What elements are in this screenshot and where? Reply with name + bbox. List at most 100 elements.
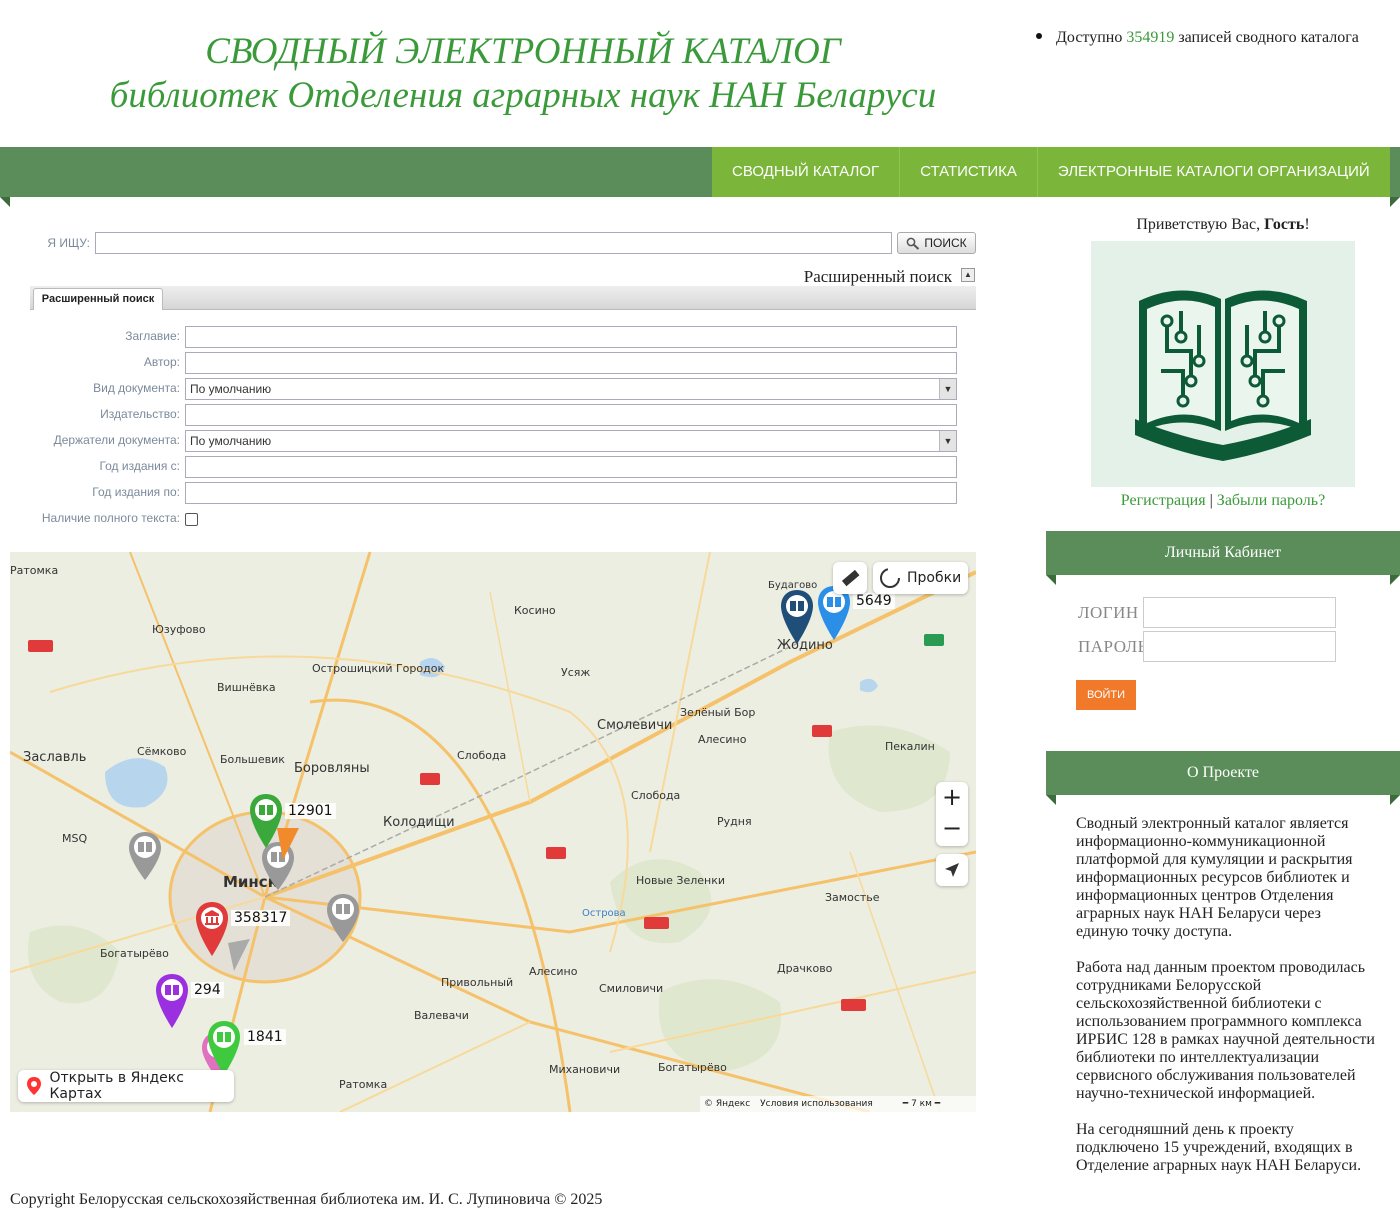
marker-count: 294 [191, 982, 224, 998]
collapse-toggle-icon[interactable]: ▲ [961, 268, 975, 282]
bullet-icon [1036, 33, 1042, 40]
map-label: Валевачи [414, 1009, 469, 1022]
chevron-down-icon: ▼ [939, 431, 956, 451]
location-arrow-icon [945, 863, 959, 877]
main-menu: СВОДНЫЙ КАТАЛОГ СТАТИСТИКА ЭЛЕКТРОННЫЕ К… [712, 147, 1390, 197]
map-label: Замостье [825, 891, 880, 904]
map-label: Михановичи [549, 1063, 621, 1076]
map-pin-icon [27, 1077, 41, 1095]
year-from-field[interactable] [185, 456, 957, 478]
map-label: MSQ [62, 832, 88, 845]
search-input[interactable] [95, 232, 892, 254]
map-label: Ратомка [339, 1078, 388, 1091]
nav-item-catalog[interactable]: СВОДНЫЙ КАТАЛОГ [712, 147, 899, 197]
library-marker-green[interactable] [248, 792, 284, 850]
field-label-publisher: Издательство: [100, 407, 180, 421]
map-label: Пекалин [885, 740, 935, 753]
library-marker-navy[interactable] [779, 588, 815, 646]
map-label: Слобода [631, 789, 681, 802]
nav-item-statistics[interactable]: СТАТИСТИКА [899, 147, 1037, 197]
libraries-map[interactable]: Ратомка Косино Будагово Юзуфово Острошиц… [10, 552, 976, 1112]
library-marker-lightgreen[interactable] [206, 1019, 242, 1077]
auth-links: Регистрация | Забыли пароль? [1120, 492, 1326, 509]
password-field[interactable] [1143, 631, 1336, 662]
map-label: Слобода [457, 749, 507, 762]
map-label: Смолевичи [597, 718, 673, 733]
about-paragraph-1: Сводный электронный каталог является инф… [1076, 815, 1353, 940]
magnifier-icon [907, 237, 920, 250]
login-label: ЛОГИН [1078, 603, 1139, 622]
cabinet-corner-left [1046, 575, 1056, 585]
map-label: Рудня [717, 815, 752, 828]
cabinet-header: Личный Кабинет [1046, 531, 1400, 575]
terms-link[interactable]: Условия использования [760, 1099, 873, 1109]
map-label: Привольный [441, 976, 514, 989]
fulltext-checkbox[interactable] [185, 513, 198, 526]
navbar-corner-right [1390, 197, 1400, 207]
field-label-year-from: Год издания с: [99, 459, 180, 473]
marker-count: 5649 [853, 593, 895, 609]
about-corner-right [1390, 795, 1400, 805]
advanced-tabbar [30, 286, 976, 310]
library-marker-grey[interactable] [325, 892, 361, 944]
map-label: Острова [582, 908, 626, 919]
about-paragraph-3: На сегодняшний день к проекту подключено… [1076, 1121, 1362, 1174]
records-count: 354919 [1126, 29, 1175, 46]
marker-count: 358317 [231, 910, 291, 926]
ruler-button[interactable] [833, 562, 867, 594]
holders-select[interactable]: По умолчанию ▼ [185, 430, 957, 452]
library-marker-grey[interactable] [127, 830, 163, 882]
ruler-icon [841, 569, 860, 587]
footer-copyright: Copyright Белорусская сельскохозяйственн… [10, 1191, 603, 1208]
tab-advanced-search[interactable]: Расширенный поиск [33, 288, 163, 310]
library-marker-purple[interactable] [154, 972, 190, 1030]
zoom-controls: + − [936, 782, 968, 846]
field-label-fulltext: Наличие полного текста: [41, 511, 180, 525]
year-to-field[interactable] [185, 482, 957, 504]
geolocation-button[interactable] [936, 854, 968, 886]
scale-bar: ━ 7 км ━ [902, 1099, 941, 1109]
field-label-year-to: Год издания по: [92, 485, 180, 499]
map-label: Драчково [777, 962, 833, 975]
login-field[interactable] [1143, 597, 1336, 628]
zoom-out-icon[interactable]: − [936, 814, 968, 846]
search-label: Я ИЩУ: [47, 236, 90, 250]
marker-count: 12901 [285, 803, 336, 819]
map-label: Вишнёвка [217, 681, 276, 694]
login-button[interactable]: ВОЙТИ [1076, 680, 1136, 710]
user-name: Гость [1264, 216, 1305, 233]
search-button[interactable]: ПОИСК [897, 232, 976, 254]
about-paragraph-2: Работа над данным проектом проводилась с… [1076, 959, 1375, 1102]
field-label-doc-type: Вид документа: [93, 381, 180, 395]
map-label: Смиловичи [599, 982, 664, 995]
zoom-in-icon[interactable]: + [936, 782, 968, 814]
map-label: Боровляны [294, 761, 370, 776]
library-marker-red[interactable] [194, 900, 230, 958]
doc-type-select[interactable]: По умолчанию ▼ [185, 378, 957, 400]
field-label-holders: Держатели документа: [53, 433, 180, 447]
advanced-search-title: Расширенный поиск [803, 267, 952, 286]
map-label: Косино [514, 604, 556, 617]
map-label: Сёмково [137, 745, 187, 758]
map-label: Алесино [698, 733, 747, 746]
map-label: Большевик [220, 753, 285, 766]
nav-item-org-catalogs[interactable]: ЭЛЕКТРОННЫЕ КАТАЛОГИ ОРГАНИЗАЦИЙ [1036, 147, 1390, 197]
publisher-field[interactable] [185, 404, 957, 426]
cabinet-corner-right [1390, 575, 1400, 585]
records-available: Доступно 354919 записей сводного каталог… [1036, 29, 1359, 47]
about-header: О Проекте [1046, 751, 1400, 795]
map-label: Ратомка [10, 564, 59, 577]
author-field[interactable] [185, 352, 957, 374]
forgot-password-link[interactable]: Забыли пароль? [1217, 492, 1325, 509]
open-in-yandex-maps-button[interactable]: Открыть в Яндекс Картах [18, 1070, 234, 1102]
map-label: Зелёный Бор [680, 706, 756, 719]
site-title-line2: библиотек Отделения аграрных наук НАН Бе… [109, 75, 937, 116]
traffic-button[interactable]: Пробки [873, 562, 968, 594]
navbar-corner-left [0, 197, 10, 207]
traffic-icon [880, 568, 900, 588]
title-field[interactable] [185, 326, 957, 348]
site-logo [1091, 241, 1355, 487]
greeting: Приветствую Вас, Гость! [1136, 216, 1310, 233]
map-label: Колодищи [383, 815, 455, 830]
register-link[interactable]: Регистрация [1121, 492, 1206, 509]
